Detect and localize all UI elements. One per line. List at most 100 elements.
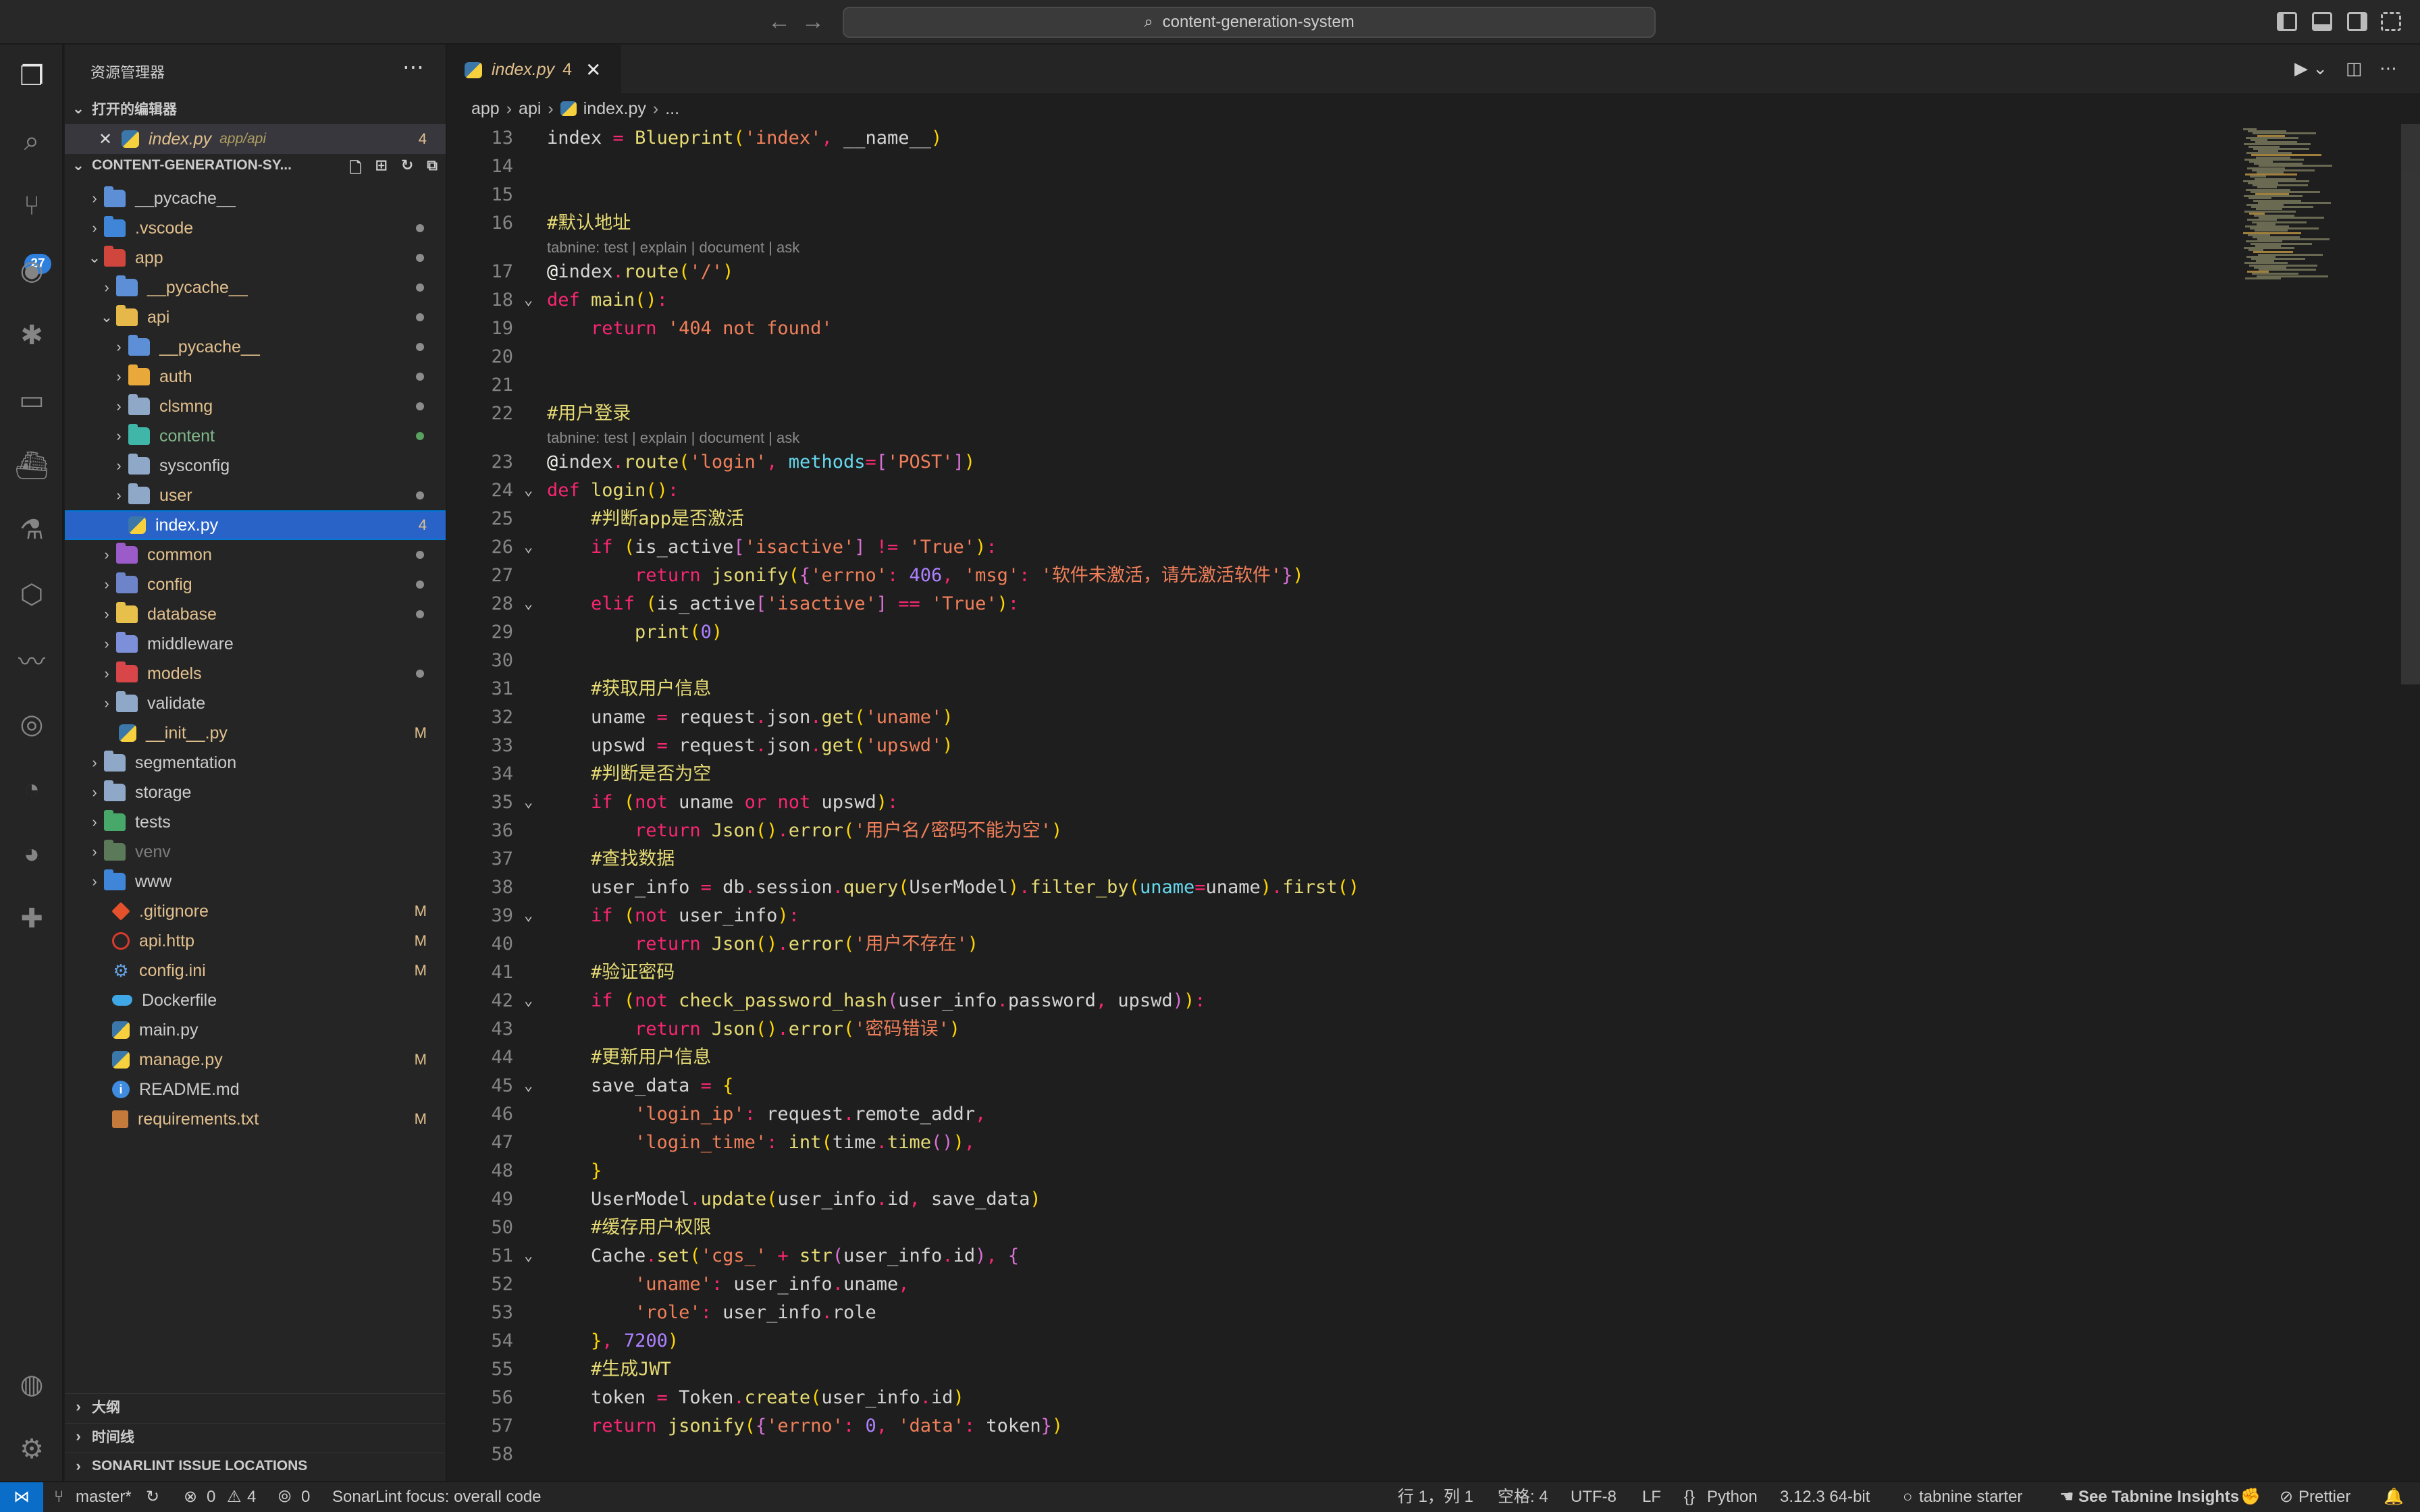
- code-line[interactable]: 35 ⌄ if (not uname or not upswd):: [448, 788, 2238, 817]
- tree-item-folder[interactable]: ⌄ app: [65, 243, 446, 273]
- extension-view-icon[interactable]: ⬡: [15, 578, 49, 612]
- toggle-primary-sidebar-icon[interactable]: [2277, 12, 2297, 31]
- tree-item-folder[interactable]: › config: [65, 570, 446, 599]
- run-debug-icon[interactable]: ✱: [15, 319, 49, 352]
- sonarlint-focus[interactable]: SonarLint focus: overall code: [332, 1482, 542, 1512]
- refresh-icon[interactable]: ↻: [401, 157, 413, 182]
- remote-indicator-icon[interactable]: ⋈: [0, 1482, 43, 1512]
- cursor-position[interactable]: 行 1，列 1: [1398, 1482, 1473, 1512]
- code-line[interactable]: 15: [448, 181, 2238, 209]
- tree-item-file[interactable]: manage.py M: [65, 1045, 446, 1075]
- code-line[interactable]: 56 token = Token.create(user_info.id): [448, 1384, 2238, 1412]
- code-line[interactable]: 16 #默认地址: [448, 209, 2238, 238]
- target-icon[interactable]: ◎: [15, 707, 49, 741]
- tree-item-folder[interactable]: › user: [65, 481, 446, 510]
- edge-browser-icon[interactable]: ◔: [15, 772, 49, 806]
- settings-gear-icon[interactable]: ⚙: [15, 1432, 49, 1466]
- extensions-icon[interactable]: ✚: [15, 902, 49, 936]
- github-icon[interactable]: ◉: [15, 254, 49, 288]
- tabnine-code-lens[interactable]: tabnine: test | explain | document | ask: [547, 428, 799, 448]
- timeline-header[interactable]: › 时间线: [65, 1423, 446, 1449]
- breadcrumb-item[interactable]: app: [471, 99, 500, 119]
- tree-item-folder[interactable]: › clsmng: [65, 392, 446, 421]
- code-line[interactable]: 45 ⌄ save_data = {: [448, 1072, 2238, 1100]
- breadcrumb-item[interactable]: api: [519, 99, 541, 119]
- tree-item-folder[interactable]: › middleware: [65, 629, 446, 659]
- gauge-icon[interactable]: ◕: [15, 837, 49, 871]
- code-line[interactable]: 26 ⌄ if (is_active['isactive'] != 'True')…: [448, 533, 2238, 562]
- code-line[interactable]: 38 user_info = db.session.query(UserMode…: [448, 873, 2238, 902]
- tabnine-insights[interactable]: See Tabnine Insights: [2078, 1482, 2239, 1512]
- code-line[interactable]: 23 @index.route('login', methods=['POST']…: [448, 448, 2238, 477]
- tree-item-folder[interactable]: › common: [65, 540, 446, 570]
- notifications-bell-icon[interactable]: 🔔: [2384, 1482, 2404, 1512]
- close-icon[interactable]: ✕: [99, 130, 122, 149]
- sync-icon[interactable]: ↻: [146, 1482, 159, 1512]
- collapse-all-icon[interactable]: ⧉: [427, 157, 438, 182]
- code-line[interactable]: 53 'role': user_info.role: [448, 1299, 2238, 1327]
- code-editor[interactable]: 13 index = Blueprint('index', __name__) 14…: [448, 124, 2238, 1481]
- code-line[interactable]: 27 return jsonify({'errno': 406, 'msg': …: [448, 562, 2238, 590]
- code-line[interactable]: 34 #判断是否为空: [448, 760, 2238, 788]
- fold-chevron-icon[interactable]: ⌄: [524, 590, 533, 618]
- tree-item-folder[interactable]: › __pycache__: [65, 273, 446, 302]
- fold-chevron-icon[interactable]: ⌄: [524, 1072, 533, 1100]
- toggle-secondary-sidebar-icon[interactable]: [2347, 12, 2367, 31]
- language-mode[interactable]: Python: [1707, 1482, 1758, 1512]
- code-line[interactable]: 46 'login_ip': request.remote_addr,: [448, 1100, 2238, 1129]
- code-line[interactable]: 50 #缓存用户权限: [448, 1214, 2238, 1242]
- forward-arrow-icon[interactable]: →: [801, 9, 825, 34]
- tree-item-file[interactable]: i README.md: [65, 1075, 446, 1104]
- back-arrow-icon[interactable]: ←: [767, 9, 791, 34]
- tree-item-file[interactable]: main.py: [65, 1015, 446, 1045]
- end-of-line[interactable]: LF: [1642, 1482, 1661, 1512]
- code-line[interactable]: 54 }, 7200): [448, 1327, 2238, 1355]
- split-editor-icon[interactable]: ◫: [2346, 58, 2363, 79]
- tree-item-file[interactable]: .gitignore M: [65, 896, 446, 926]
- code-line[interactable]: 21: [448, 371, 2238, 400]
- open-editors-header[interactable]: ⌄ 打开的编辑器: [65, 96, 446, 122]
- open-editor-item[interactable]: ✕ index.py app/api 4: [65, 124, 446, 154]
- account-icon[interactable]: ◍: [15, 1368, 49, 1401]
- tree-item-folder[interactable]: › storage: [65, 778, 446, 807]
- tabnine-status[interactable]: tabnine starter: [1919, 1482, 2022, 1512]
- code-line[interactable]: 47 'login_time': int(time.time()),: [448, 1129, 2238, 1157]
- tree-item-file[interactable]: api.http M: [65, 926, 446, 956]
- prettier-status[interactable]: Prettier: [2298, 1482, 2350, 1512]
- new-file-icon[interactable]: 🗋: [350, 157, 362, 182]
- code-line[interactable]: 48 }: [448, 1157, 2238, 1185]
- code-line[interactable]: 32 uname = request.json.get('uname'): [448, 703, 2238, 732]
- code-line[interactable]: 13 index = Blueprint('index', __name__): [448, 124, 2238, 153]
- breadcrumb-item[interactable]: index.py: [583, 99, 646, 119]
- tree-item-folder[interactable]: › sysconfig: [65, 451, 446, 481]
- code-line[interactable]: 30: [448, 647, 2238, 675]
- ports-count[interactable]: 0: [301, 1482, 310, 1512]
- code-line[interactable]: 36 return Json().error('用户名/密码不能为空'): [448, 817, 2238, 845]
- code-line[interactable]: 44 #更新用户信息: [448, 1044, 2238, 1072]
- code-line[interactable]: 51 ⌄ Cache.set('cgs_' + str(user_info.id)…: [448, 1242, 2238, 1270]
- code-line[interactable]: 39 ⌄ if (not user_info):: [448, 902, 2238, 930]
- code-line[interactable]: 31 #获取用户信息: [448, 675, 2238, 703]
- fold-chevron-icon[interactable]: ⌄: [524, 286, 533, 315]
- minimap[interactable]: [2238, 124, 2420, 1481]
- code-line[interactable]: 40 return Json().error('用户不存在'): [448, 930, 2238, 959]
- code-line[interactable]: 55 #生成JWT: [448, 1355, 2238, 1384]
- source-control-icon[interactable]: ⑂: [15, 189, 49, 223]
- code-line[interactable]: 58: [448, 1440, 2238, 1469]
- code-line[interactable]: 22 #用户登录: [448, 400, 2238, 428]
- code-line[interactable]: 20: [448, 343, 2238, 371]
- fold-chevron-icon[interactable]: ⌄: [524, 533, 533, 562]
- warning-count[interactable]: 4: [247, 1482, 256, 1512]
- code-line[interactable]: 25 #判断app是否激活: [448, 505, 2238, 533]
- tree-item-folder[interactable]: › tests: [65, 807, 446, 837]
- code-line[interactable]: 43 return Json().error('密码错误'): [448, 1015, 2238, 1044]
- code-line[interactable]: 49 UserModel.update(user_info.id, save_d…: [448, 1185, 2238, 1214]
- search-icon[interactable]: ⌕: [15, 124, 49, 158]
- tree-item-folder[interactable]: › .vscode: [65, 213, 446, 243]
- fold-chevron-icon[interactable]: ⌄: [524, 477, 533, 505]
- explorer-icon[interactable]: ❐: [15, 59, 49, 93]
- tree-item-folder[interactable]: ⌄ api: [65, 302, 446, 332]
- python-interpreter[interactable]: 3.12.3 64-bit: [1780, 1482, 1870, 1512]
- code-line[interactable]: 19 return '404 not found': [448, 315, 2238, 343]
- tree-item-folder[interactable]: › models: [65, 659, 446, 688]
